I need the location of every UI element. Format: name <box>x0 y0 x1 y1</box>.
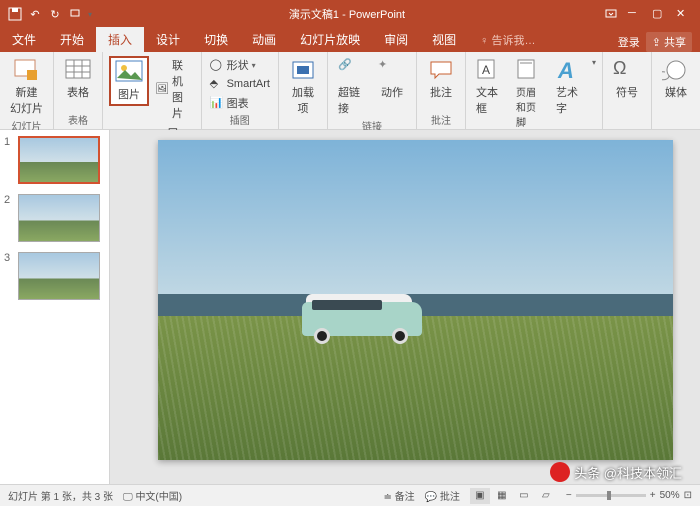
qat-more-icon[interactable]: ▾ <box>88 10 92 19</box>
new-slide-icon <box>13 58 41 82</box>
shapes-icon: ◯ <box>210 58 224 72</box>
zoom-in-icon[interactable]: + <box>650 490 656 501</box>
thumb-slide-2[interactable]: 2 <box>4 194 105 242</box>
header-button[interactable]: 页眉和页脚 <box>512 56 548 131</box>
van-image <box>302 294 422 344</box>
textbox-icon: A <box>476 58 504 82</box>
svg-text:A: A <box>557 58 574 82</box>
svg-text:A: A <box>482 63 490 77</box>
thumb-slide-3[interactable]: 3 <box>4 252 105 300</box>
zoom-level[interactable]: 50% <box>660 490 680 501</box>
tab-animations[interactable]: 动画 <box>240 27 288 52</box>
online-pic-icon: 🖼 <box>155 82 169 96</box>
slide-thumbnails[interactable]: 1 2 3 <box>0 130 110 484</box>
wordart-icon: A <box>556 58 584 82</box>
hyperlink-button[interactable]: 🔗 超链接 <box>334 56 370 118</box>
start-icon[interactable] <box>68 7 82 21</box>
comments-button[interactable]: 💬 批注 <box>425 488 460 503</box>
tab-review[interactable]: 审阅 <box>372 27 420 52</box>
redo-icon[interactable]: ↻ <box>48 7 62 21</box>
minimize-icon[interactable]: ─ <box>628 7 642 21</box>
slide-counter: 幻灯片 第 1 张，共 3 张 <box>8 488 113 503</box>
slideshow-view-icon[interactable]: ▱ <box>536 488 556 504</box>
chart-icon: 📊 <box>210 96 224 110</box>
thumb-image <box>18 252 100 300</box>
tab-view[interactable]: 视图 <box>420 27 468 52</box>
wordart-button[interactable]: A 艺术字 <box>552 56 588 118</box>
new-slide-button[interactable]: 新建 幻灯片 <box>6 56 47 118</box>
media-button[interactable]: 媒体 <box>658 56 694 102</box>
tab-insert[interactable]: 插入 <box>96 27 144 52</box>
share-button[interactable]: ⇪ 共享 <box>646 32 692 52</box>
group-illustrations: 插图 <box>208 112 272 127</box>
table-button[interactable]: 表格 <box>60 56 96 102</box>
picture-button[interactable]: 图片 <box>109 56 149 106</box>
fit-window-icon[interactable]: ⊡ <box>684 490 692 501</box>
toutiao-logo-icon <box>550 462 570 482</box>
zoom-slider[interactable] <box>576 494 646 497</box>
zoom-out-icon[interactable]: − <box>566 490 572 501</box>
symbol-icon: Ω <box>613 58 641 82</box>
action-icon: ✦ <box>378 58 406 82</box>
header-icon <box>516 58 544 82</box>
tab-transitions[interactable]: 切换 <box>192 27 240 52</box>
symbol-button[interactable]: Ω 符号 <box>609 56 645 102</box>
slide-canvas[interactable]: ↘ <box>110 130 700 484</box>
reading-view-icon[interactable]: ▭ <box>514 488 534 504</box>
smartart-button[interactable]: ⬘SmartArt <box>208 76 272 92</box>
thumb-image <box>18 136 100 184</box>
current-slide[interactable] <box>158 140 673 460</box>
media-icon <box>662 58 690 82</box>
lang-indicator[interactable]: 🖵 中文(中国) <box>123 488 182 503</box>
picture-icon <box>115 60 143 84</box>
textbox-button[interactable]: A 文本框 <box>472 56 508 118</box>
smartart-icon: ⬘ <box>210 77 224 91</box>
maximize-icon[interactable]: ▢ <box>652 7 666 21</box>
thumb-image <box>18 194 100 242</box>
ribbon-options-icon[interactable] <box>604 7 618 21</box>
save-icon[interactable] <box>8 7 22 21</box>
tab-file[interactable]: 文件 <box>0 27 48 52</box>
sorter-view-icon[interactable]: ▦ <box>492 488 512 504</box>
comment-icon <box>427 58 455 82</box>
addins-button[interactable]: 加载 项 <box>285 56 321 118</box>
chart-button[interactable]: 📊图表 <box>208 94 272 112</box>
shapes-button[interactable]: ◯形状▾ <box>208 56 272 74</box>
tab-slideshow[interactable]: 幻灯片放映 <box>288 27 372 52</box>
text-more-button[interactable]: ▾ <box>592 56 596 69</box>
group-comments: 批注 <box>423 112 459 127</box>
undo-icon[interactable]: ↶ <box>28 7 42 21</box>
online-picture-button[interactable]: 🖼联机图片 <box>153 56 195 122</box>
tab-design[interactable]: 设计 <box>144 27 192 52</box>
tab-home[interactable]: 开始 <box>48 27 96 52</box>
group-tables: 表格 <box>60 112 96 127</box>
table-icon <box>64 58 92 82</box>
comment-button[interactable]: 批注 <box>423 56 459 102</box>
window-title: 演示文稿1 - PowerPoint <box>100 6 594 22</box>
addins-icon <box>289 58 317 82</box>
normal-view-icon[interactable]: ▣ <box>470 488 490 504</box>
signin-link[interactable]: 登录 <box>618 34 640 50</box>
tell-me[interactable]: ♀ 告诉我… <box>468 28 547 52</box>
link-icon: 🔗 <box>338 58 366 82</box>
close-icon[interactable]: ✕ <box>676 7 690 21</box>
notes-button[interactable]: ≐ 备注 <box>384 488 415 503</box>
watermark: 头条 @科技本领汇 <box>550 462 682 482</box>
action-button[interactable]: ✦ 动作 <box>374 56 410 102</box>
thumb-slide-1[interactable]: 1 <box>4 136 105 184</box>
